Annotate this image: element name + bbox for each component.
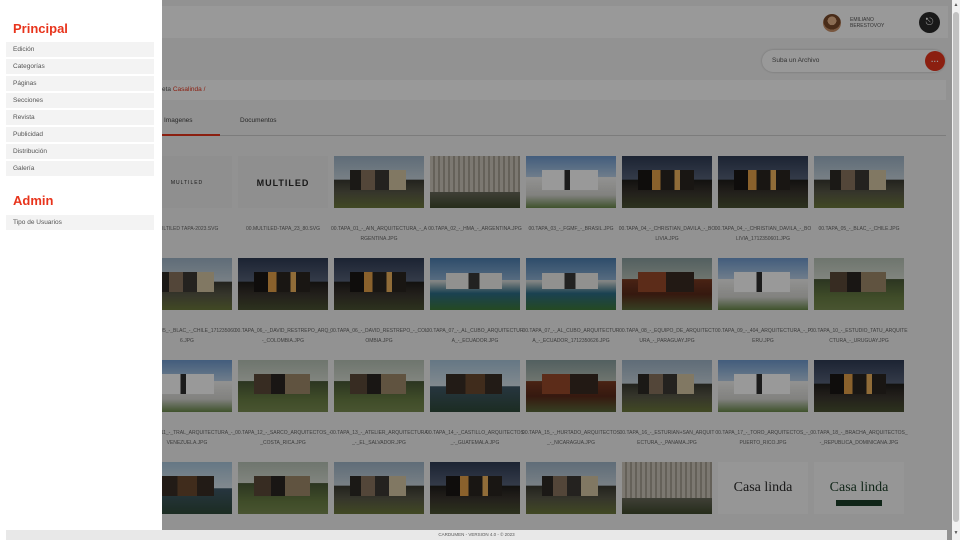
admin-menu: Tipo de Usuarios [6, 215, 154, 232]
principal-section-title: Principal [13, 21, 68, 36]
sidebar-item-revista[interactable]: Revista [6, 110, 154, 125]
sidebar-item-secciones[interactable]: Secciones [6, 93, 154, 108]
admin-section-title: Admin [13, 193, 54, 208]
sidebar-item-categorias[interactable]: Categorías [6, 59, 154, 74]
sidebar-item-edicion[interactable]: Edición [6, 42, 154, 57]
scroll-up-icon[interactable]: ▲ [953, 2, 959, 10]
sidebar-menu: Principal Edición Categorías Páginas Sec… [0, 0, 162, 540]
sidebar-item-distribucion[interactable]: Distribución [6, 144, 154, 159]
footer-version: CARDUMEN - VERSION 4.0 - © 2023 [6, 530, 947, 540]
sidebar-item-tipo-de-usuarios[interactable]: Tipo de Usuarios [6, 215, 154, 230]
sidebar-item-galeria[interactable]: Galería [6, 161, 154, 176]
scrollbar-thumb[interactable] [953, 12, 959, 522]
principal-menu: Edición Categorías Páginas Secciones Rev… [6, 42, 154, 178]
sidebar-item-paginas[interactable]: Páginas [6, 76, 154, 91]
sidebar-item-publicidad[interactable]: Publicidad [6, 127, 154, 142]
page-scrollbar[interactable]: ▲ ▼ [952, 0, 960, 540]
scroll-down-icon[interactable]: ▼ [953, 530, 959, 538]
